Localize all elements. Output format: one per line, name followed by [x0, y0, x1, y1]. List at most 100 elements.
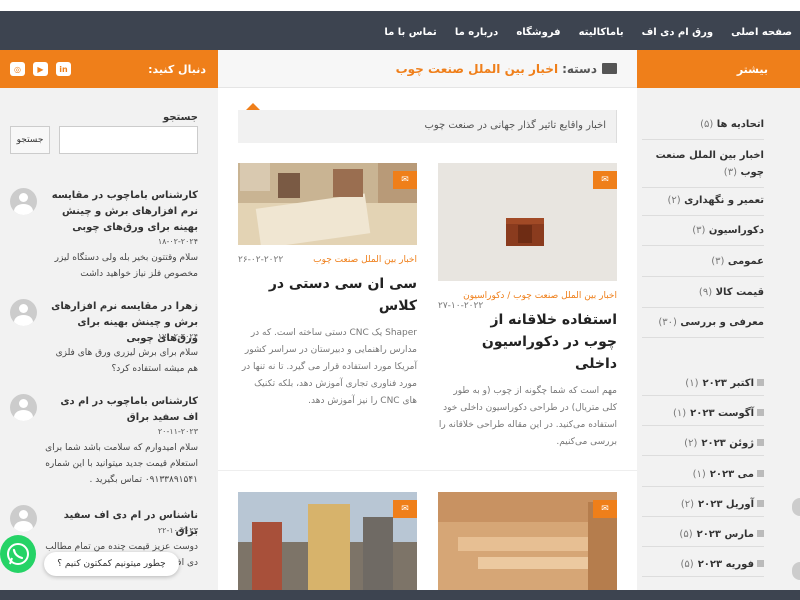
recent-comment: کارشناس باماچوب در ام دی اف سفید براق ۲۰…: [10, 394, 198, 489]
category-item[interactable]: عمومی (۳): [642, 253, 764, 277]
comment-text: سلام برای برش لیزری ورق های فلزی هم میشه…: [55, 348, 198, 374]
archive-label: فوریه ۲۰۲۳: [697, 559, 754, 570]
scroll-edge-handle[interactable]: [792, 498, 800, 516]
category-heading: دسته: اخبار بین الملل صنعت چوب: [218, 50, 637, 88]
archive-count: (۵): [679, 529, 693, 540]
avatar: [10, 188, 37, 215]
archive-item[interactable]: می ۲۰۲۳(۱): [642, 469, 764, 487]
post-date: ۲۶-۰۲-۲۰۲۲: [238, 255, 284, 265]
comment-title[interactable]: ناشناس در ام دی اف سفید براق: [43, 508, 198, 540]
footer-bar: [0, 590, 800, 600]
post-thumbnail[interactable]: ✉: [438, 492, 617, 590]
comment-title[interactable]: کارشناس باماچوب در ام دی اف سفید براق: [43, 394, 198, 426]
scroll-edge-handle[interactable]: [792, 562, 800, 580]
category-count: (۵): [700, 119, 714, 130]
archive-count: (۱): [672, 408, 687, 419]
category-count: (۳): [723, 167, 737, 178]
post-meta: اخبار بین الملل صنعت چوب / دکوراسیون ۲۷-…: [438, 291, 617, 311]
linkedin-icon[interactable]: in: [56, 62, 71, 76]
category-item[interactable]: اتحادیه ها (۵): [642, 116, 764, 140]
archive-count: (۵): [680, 559, 694, 570]
post-thumbnail[interactable]: ✉: [438, 163, 617, 281]
search-button[interactable]: جستجو: [10, 126, 50, 154]
category-item[interactable]: قیمت کالا (۹): [642, 284, 764, 308]
archive-item[interactable]: اکتبر ۲۰۲۳(۱): [642, 378, 764, 396]
category-item[interactable]: اخبار بین الملل صنعت چوب (۳): [642, 147, 764, 188]
comment-text: سلام امیدوارم که سلامت باشد شما برای است…: [45, 443, 198, 485]
category-label: تعمیر و نگهداری: [684, 195, 764, 206]
avatar: [10, 299, 37, 326]
post-title[interactable]: سی ان سی دستی در کلاس: [238, 273, 417, 317]
category-count: (۹): [698, 287, 713, 298]
archive-label: آگوست ۲۰۲۳: [690, 408, 754, 419]
nav-item-about[interactable]: درباره ما: [455, 27, 499, 38]
top-stripe: [0, 0, 800, 14]
archive-bullet-icon: [757, 470, 764, 477]
archive-label: می ۲۰۲۳: [709, 469, 754, 480]
nav-item-mdf[interactable]: ورق ام دی اف: [642, 27, 713, 38]
whatsapp-button[interactable]: [0, 535, 36, 573]
category-label: عمومی: [727, 256, 764, 267]
archive-item[interactable]: مارس ۲۰۲۳(۵): [642, 529, 764, 547]
youtube-icon[interactable]: ▶: [33, 62, 48, 76]
post-card: ✉ اخبار بین الملل صنعت چوب ۲۶-۰۲-۲۰۲۲ سی…: [238, 163, 417, 410]
archive-bullet-icon: [757, 439, 764, 446]
nav-item-contact[interactable]: تماس با ما: [384, 27, 436, 38]
post-category[interactable]: اخبار بین الملل صنعت چوب / دکوراسیون: [463, 291, 617, 301]
post-excerpt: Shaper یک CNC دستی ساخته است. که در مدار…: [241, 328, 417, 406]
archive-bullet-icon: [757, 530, 764, 537]
chat-icon: ✉: [393, 171, 417, 189]
archive-item[interactable]: آوریل ۲۰۲۳(۲): [642, 499, 764, 517]
archive-item[interactable]: ژوئن ۲۰۲۳(۲): [642, 438, 764, 456]
archive-item[interactable]: آگوست ۲۰۲۳(۱): [642, 408, 764, 426]
category-item[interactable]: تعمیر و نگهداری (۲): [642, 192, 764, 216]
folder-icon: [602, 63, 617, 74]
nav-item-bamacalite[interactable]: باماکالیته: [579, 27, 624, 38]
archive-count: (۲): [684, 438, 698, 449]
category-label: اتحادیه ها: [716, 119, 764, 130]
wooden-sauna-image: [438, 492, 617, 590]
main-nav: صفحه اصلی ورق ام دی اف باماکالیته فروشگا…: [0, 14, 800, 50]
recent-comment: کارشناس باماچوب در مقایسه نرم افزارهای ب…: [10, 188, 198, 283]
post-thumbnail[interactable]: ✉: [238, 163, 417, 245]
city-buildings-image: [238, 492, 417, 590]
cnc-classroom-image: [238, 163, 417, 245]
archive-item[interactable]: فوریه ۲۰۲۳(۵): [642, 559, 764, 577]
category-label: قیمت کالا: [715, 287, 764, 298]
category-count: (۲): [667, 195, 681, 206]
post-title[interactable]: استفاده خلاقانه از چوب در دکوراسیون داخل…: [438, 309, 617, 375]
post-thumbnail[interactable]: ✉: [238, 492, 417, 590]
nav-item-shop[interactable]: فروشگاه: [516, 27, 560, 38]
archive-bullet-icon: [757, 560, 764, 567]
category-description: اخبار واقایع تاثیر گذار جهانی در صنعت چو…: [238, 103, 617, 143]
category-label: دکوراسیون: [708, 225, 764, 236]
more-heading: بیشتر: [635, 50, 800, 88]
archive-label: آوریل ۲۰۲۳: [698, 499, 754, 510]
follow-header: دنبال کنید: in ▶ ◎: [0, 50, 218, 88]
category-item[interactable]: معرفی و بررسی (۳۰): [642, 314, 764, 338]
archive-bullet-icon: [757, 379, 764, 386]
category-item[interactable]: دکوراسیون (۳): [642, 222, 764, 246]
comment-date: ۲۲-۱۰-۲۰۲۳: [157, 526, 198, 535]
chat-icon: ✉: [593, 500, 617, 518]
social-icons: in ▶ ◎: [10, 62, 71, 76]
post-category[interactable]: اخبار بین الملل صنعت چوب: [313, 255, 417, 265]
nav-item-home[interactable]: صفحه اصلی: [731, 27, 792, 38]
category-count: (۳۰): [658, 317, 677, 328]
instagram-icon[interactable]: ◎: [10, 62, 25, 76]
comment-title[interactable]: کارشناس باماچوب در مقایسه نرم افزارهای ب…: [43, 188, 198, 236]
archive-label: اکتبر ۲۰۲۳: [702, 378, 754, 389]
comment-text: سلام وقتتون بخیر بله ولی دستگاه لیزر مخص…: [54, 253, 198, 279]
chat-prompt-bubble[interactable]: چطور میتونیم کمکتون کنیم ؟: [44, 552, 179, 576]
post-date: ۲۷-۱۰-۲۰۲۲: [438, 301, 484, 311]
left-sidebar: دنبال کنید: in ▶ ◎ جستجو جستجو کارشناس ب…: [0, 50, 218, 600]
archive-label: مارس ۲۰۲۳: [696, 529, 754, 540]
right-sidebar: بیشتر اتحادیه ها (۵) اخبار بین الملل صنع…: [635, 50, 800, 600]
whatsapp-icon: [7, 543, 29, 565]
post-card: ✉: [438, 492, 617, 590]
heading-prefix: دسته:: [562, 61, 597, 76]
chat-icon: ✉: [393, 500, 417, 518]
chat-icon: ✉: [593, 171, 617, 189]
post-excerpt: مهم است که شما چگونه از چوب (و به طور کل…: [438, 386, 617, 447]
search-input[interactable]: [59, 126, 198, 154]
